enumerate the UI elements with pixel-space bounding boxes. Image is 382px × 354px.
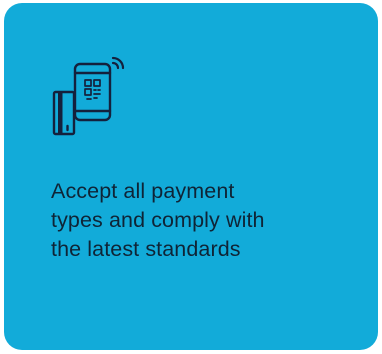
payment-feature-card: Accept all payment types and comply with… bbox=[4, 3, 378, 350]
card-headline: Accept all payment types and comply with… bbox=[51, 179, 265, 261]
phone-card-qr-payment-icon bbox=[49, 56, 129, 138]
